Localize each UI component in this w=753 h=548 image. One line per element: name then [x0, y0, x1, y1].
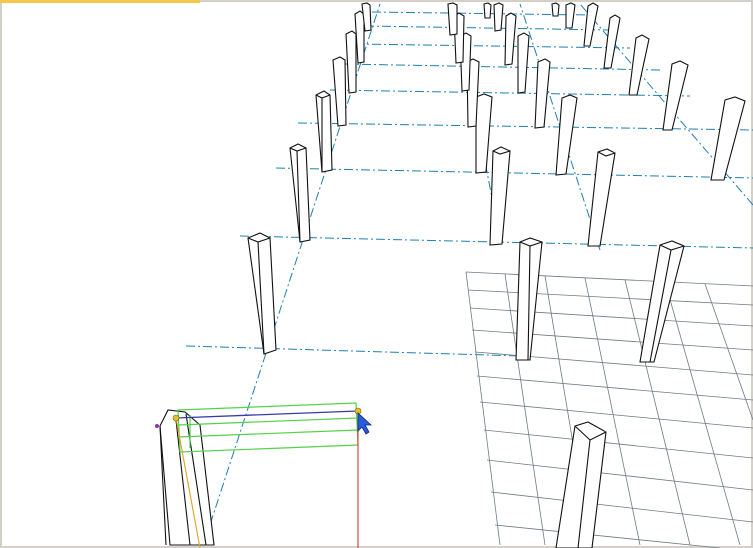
- selection-outline: [177, 402, 359, 453]
- column: [475, 93, 493, 174]
- column: [587, 148, 616, 247]
- endpoint-marker: [155, 424, 159, 428]
- column: [555, 94, 578, 176]
- column: [315, 90, 333, 173]
- column: [483, 2, 492, 19]
- snap-point: [172, 414, 180, 422]
- column-foreground: [555, 421, 607, 548]
- column: [493, 2, 504, 32]
- 3d-scene-canvas[interactable]: [0, 0, 753, 548]
- column: [489, 146, 511, 246]
- column: [515, 237, 543, 361]
- arrow-cursor-icon: [357, 412, 373, 435]
- column: [628, 34, 650, 96]
- column: [447, 2, 458, 36]
- column: [517, 32, 530, 94]
- column: [289, 143, 311, 243]
- column: [710, 96, 746, 181]
- column: [551, 2, 560, 17]
- column: [565, 2, 576, 29]
- column: [603, 14, 621, 69]
- column: [332, 56, 347, 127]
- tool-x-axis: [175, 410, 359, 419]
- column: [345, 30, 357, 94]
- column: [583, 2, 599, 47]
- floor-grid: [465, 271, 753, 548]
- column: [247, 232, 277, 355]
- column: [504, 12, 517, 66]
